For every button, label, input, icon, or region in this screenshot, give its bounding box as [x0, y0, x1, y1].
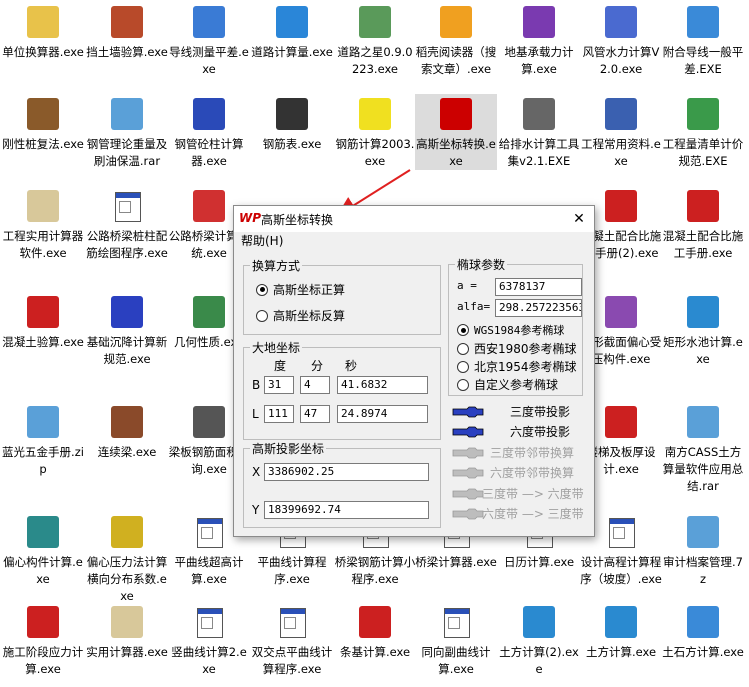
- pointing-hand-icon: [452, 467, 484, 478]
- radio-beijing1954[interactable]: 北京1954参考椭球: [457, 358, 577, 375]
- a-value-input[interactable]: 6378137: [495, 278, 582, 296]
- three-to-six-button[interactable]: 三度带 —> 六度带: [452, 485, 584, 502]
- radio-custom-label: 自定义参考椭球: [474, 378, 559, 392]
- header-second: 秒: [345, 359, 358, 373]
- l-degree-input[interactable]: 111: [264, 405, 294, 423]
- x-label: X: [252, 465, 261, 479]
- three-degree-adjacent-button[interactable]: 三度带邻带换算: [452, 444, 574, 461]
- six-degree-projection-label: 六度带投影: [510, 425, 571, 439]
- projection-title: 高斯投影坐标: [250, 440, 327, 457]
- pointing-hand-icon: [452, 488, 484, 499]
- three-to-six-label: 三度带 —> 六度带: [482, 487, 584, 501]
- radio-wgs1984[interactable]: WGS1984参考椭球: [457, 322, 564, 338]
- pointing-hand-icon: [452, 447, 484, 458]
- calc-mode-group: 换算方式 高斯坐标正算 高斯坐标反算: [243, 257, 441, 335]
- three-degree-adjacent-label: 三度带邻带换算: [490, 446, 575, 460]
- b-second-input[interactable]: 41.6832: [337, 376, 428, 394]
- radio-inverse[interactable]: 高斯坐标反算: [256, 307, 345, 324]
- geodetic-group: 大地坐标 度 分 秒 B 31 4 41.6832 L 111 47 24.89…: [243, 339, 441, 440]
- radio-forward-label: 高斯坐标正算: [273, 283, 346, 297]
- radio-wgs1984-label: WGS1984参考椭球: [474, 324, 565, 337]
- six-to-three-label: 六度带 —> 三度带: [482, 507, 584, 521]
- header-degree: 度: [274, 359, 287, 373]
- radio-beijing1954-label: 北京1954参考椭球: [474, 360, 577, 374]
- dialog-title: 高斯坐标转换: [261, 212, 334, 227]
- menu-bar: 帮助(H): [234, 232, 594, 250]
- projection-group: 高斯投影坐标 X 3386902.25 Y 18399692.74: [243, 440, 441, 528]
- radio-beijing1954-dot: [457, 360, 469, 373]
- y-value-input[interactable]: 18399692.74: [264, 501, 429, 519]
- radio-inverse-dot: [256, 309, 268, 322]
- menu-help[interactable]: 帮助(H): [241, 234, 283, 248]
- six-degree-adjacent-label: 六度带邻带换算: [490, 466, 575, 480]
- pointing-hand-icon: [452, 426, 484, 437]
- radio-inverse-label: 高斯坐标反算: [273, 309, 346, 323]
- pointing-hand-icon: [452, 406, 484, 417]
- alfa-value-input[interactable]: 298.2572235635: [495, 299, 582, 317]
- radio-wgs1984-dot: [457, 324, 469, 336]
- alfa-label: alfa=: [457, 300, 491, 313]
- radio-xian1980-dot: [457, 342, 469, 355]
- b-degree-input[interactable]: 31: [264, 376, 294, 394]
- three-degree-projection-button[interactable]: 三度带投影: [452, 403, 570, 420]
- app-wp-icon: WP: [239, 211, 262, 225]
- ellipsoid-group: 椭球参数 a = 6378137 alfa= 298.2572235635 WG…: [448, 256, 583, 396]
- six-degree-adjacent-button[interactable]: 六度带邻带换算: [452, 464, 574, 481]
- x-value-input[interactable]: 3386902.25: [264, 463, 429, 481]
- radio-custom[interactable]: 自定义参考椭球: [457, 376, 558, 393]
- radio-xian1980-label: 西安1980参考椭球: [474, 342, 577, 356]
- radio-xian1980[interactable]: 西安1980参考椭球: [457, 340, 577, 357]
- l-label: L: [252, 407, 259, 421]
- y-label: Y: [252, 503, 260, 517]
- ellipsoid-title: 椭球参数: [455, 256, 508, 273]
- calc-mode-title: 换算方式: [250, 257, 303, 274]
- gauss-dialog: WP 高斯坐标转换 ✕ 帮助(H) 换算方式 高斯坐标正算 高斯坐标反算 大地坐…: [233, 205, 595, 537]
- header-minute: 分: [311, 359, 324, 373]
- title-bar[interactable]: WP 高斯坐标转换 ✕: [234, 206, 594, 232]
- b-label: B: [252, 378, 261, 392]
- geodetic-title: 大地坐标: [250, 339, 303, 356]
- radio-forward[interactable]: 高斯坐标正算: [256, 281, 345, 298]
- l-minute-input[interactable]: 47: [300, 405, 330, 423]
- six-degree-projection-button[interactable]: 六度带投影: [452, 423, 570, 440]
- a-label: a =: [457, 279, 477, 292]
- radio-forward-dot: [256, 283, 268, 296]
- pointing-hand-icon: [452, 508, 484, 519]
- b-minute-input[interactable]: 4: [300, 376, 330, 394]
- radio-custom-dot: [457, 378, 469, 391]
- close-icon[interactable]: ✕: [564, 211, 594, 227]
- l-second-input[interactable]: 24.8974: [337, 405, 428, 423]
- three-degree-projection-label: 三度带投影: [510, 405, 571, 419]
- six-to-three-button[interactable]: 六度带 —> 三度带: [452, 505, 584, 522]
